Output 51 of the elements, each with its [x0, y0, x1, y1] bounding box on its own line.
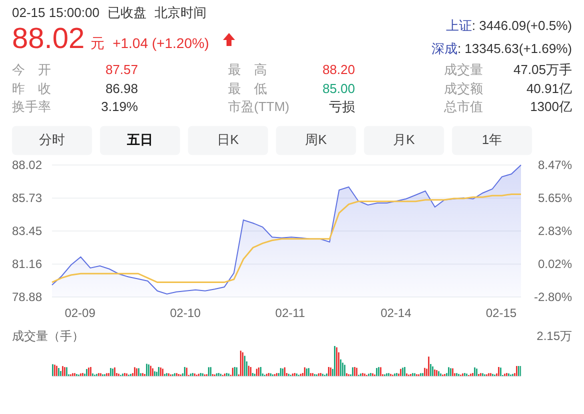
stat-label: 市盈(TTM) [228, 98, 290, 116]
percent-axis-label: 5.65% [538, 190, 572, 204]
price-axis-label: 78.88 [12, 290, 42, 304]
percent-axis-label: 2.83% [538, 224, 572, 238]
percent-axis-label: 8.47% [538, 158, 572, 172]
price-axis-label: 88.02 [12, 158, 42, 172]
datetime-text: 02-15 15:00:00 [12, 4, 100, 22]
stat-value: 85.00 [322, 80, 355, 98]
market-status: 已收盘 [107, 4, 146, 22]
date-axis-label: 02-14 [380, 306, 412, 320]
price-value: 88.02 [12, 22, 85, 56]
date-axis-label: 02-15 [486, 306, 517, 320]
period-tab[interactable]: 月K [364, 126, 444, 154]
stat-label: 最 高 [228, 61, 267, 79]
stat-value: 86.98 [105, 80, 138, 98]
price-axis-label: 85.73 [12, 190, 42, 205]
stat-value: 40.91亿 [526, 80, 572, 98]
stat-value: 1300亿 [530, 98, 572, 116]
index-value: : 3446.09(+0.5%) [472, 17, 572, 35]
stat-value: 88.20 [322, 61, 355, 79]
index-link[interactable]: 深成 [431, 39, 458, 58]
percent-axis-label: 0.02% [538, 256, 572, 270]
date-axis-label: 02-10 [170, 306, 201, 320]
volume-title: 成交量（手） [12, 328, 84, 344]
period-tab[interactable]: 五日 [100, 126, 180, 154]
date-axis-label: 02-09 [64, 306, 96, 320]
stat-label: 成交额 [444, 80, 483, 98]
index-value: : 13345.63(+1.69%) [457, 40, 572, 58]
period-tab[interactable]: 分时 [12, 126, 92, 154]
stat-value: 3.19% [101, 98, 138, 116]
price-axis-label: 81.16 [12, 256, 42, 271]
percent-axis-label: -2.80% [534, 290, 572, 304]
price-unit: 元 [90, 34, 105, 53]
stat-label: 成交量 [444, 61, 483, 79]
stat-value: 47.05万手 [513, 61, 572, 79]
stat-value: 亏损 [329, 98, 355, 116]
date-axis-label: 02-11 [275, 306, 306, 320]
volume-max-label: 2.15万 [536, 328, 572, 344]
period-tab[interactable]: 1年 [452, 126, 532, 154]
stat-label: 总市值 [444, 98, 483, 116]
stat-label: 最 低 [228, 80, 267, 98]
index-link[interactable]: 上证 [446, 16, 472, 35]
stat-value: 87.57 [105, 61, 138, 79]
stat-label: 昨 收 [12, 80, 51, 98]
price-change: +1.04 (+1.20%) [112, 34, 210, 53]
price-axis-label: 83.45 [12, 224, 42, 238]
stat-label: 换手率 [12, 98, 51, 116]
timezone-text: 北京时间 [154, 4, 206, 22]
period-tab[interactable]: 周K [276, 126, 356, 154]
period-tab[interactable]: 日K [188, 126, 268, 154]
stat-label: 今 开 [12, 61, 51, 79]
